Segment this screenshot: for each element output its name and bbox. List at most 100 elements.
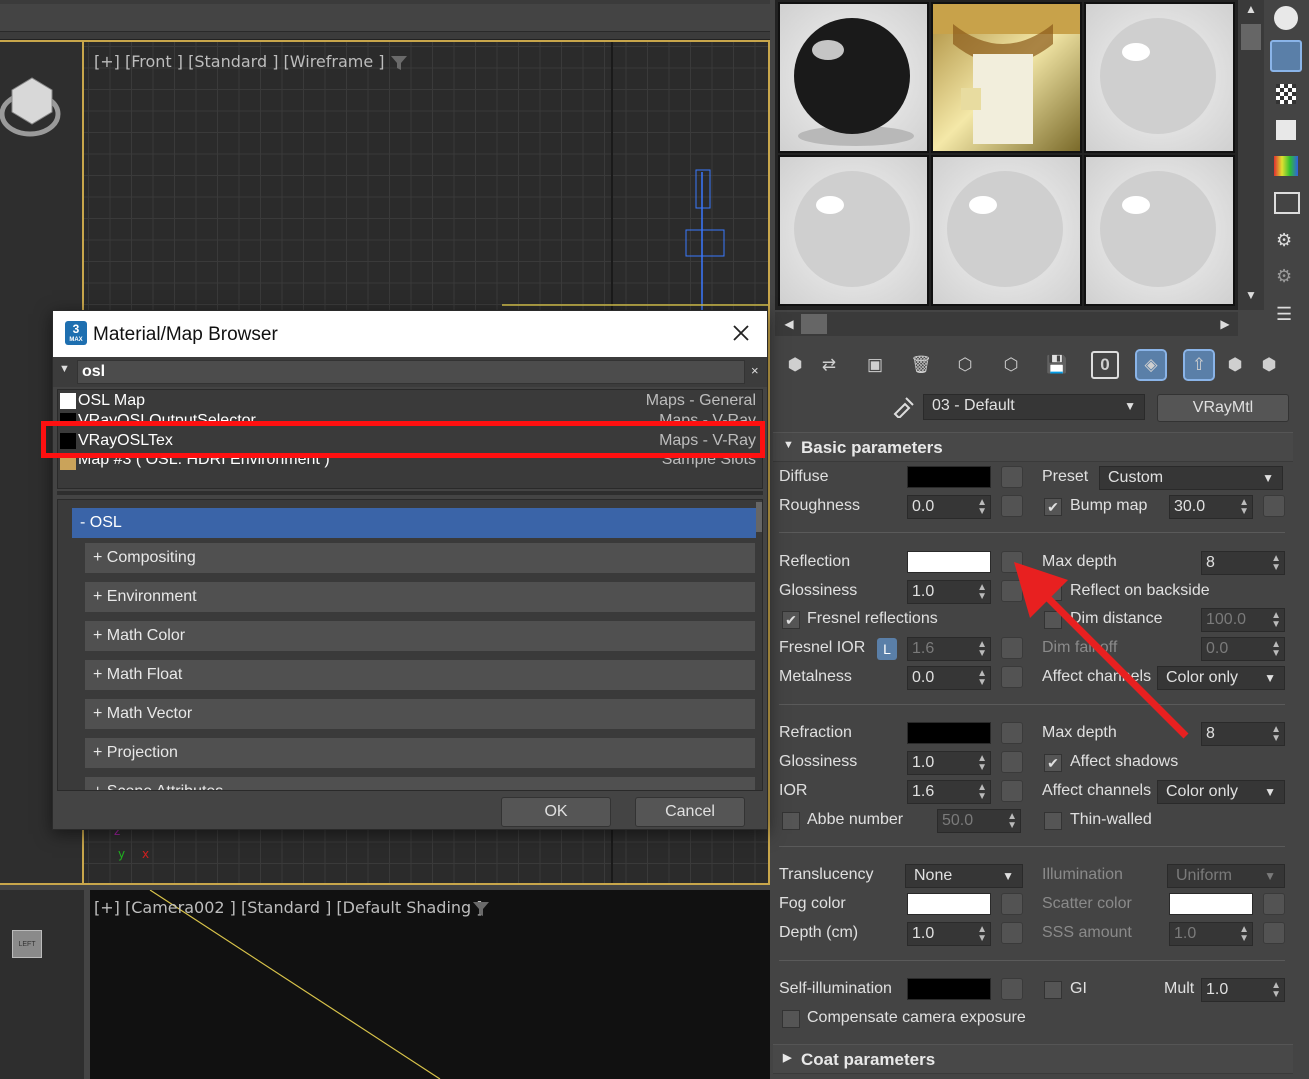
spinner-arrows-icon[interactable]: ▲ ▼ — [1271, 725, 1281, 744]
depth-map-button[interactable] — [1001, 922, 1023, 944]
ok-button[interactable]: OK — [501, 797, 611, 827]
sample-slot-3[interactable] — [1084, 2, 1235, 153]
category-compositing[interactable]: + Compositing — [84, 542, 756, 574]
refr-glossiness-spinner[interactable]: 1.0 ▲ ▼ — [907, 751, 991, 775]
show-end-result-icon[interactable]: ⇧ — [1183, 349, 1215, 381]
refl-glossiness-spinner[interactable]: 1.0 ▲ ▼ — [907, 580, 991, 604]
ior-spinner[interactable]: 1.6 ▲ ▼ — [907, 780, 991, 804]
refr-max-depth-spinner[interactable]: 8 ▲ ▼ — [1201, 722, 1285, 746]
metalness-spinner[interactable]: 0.0 ▲ ▼ — [907, 666, 991, 690]
category-math-vector[interactable]: + Math Vector — [84, 698, 756, 730]
category-math-color[interactable]: + Math Color — [84, 620, 756, 652]
select-by-material-icon[interactable]: ⚙ — [1276, 266, 1300, 288]
scroll-down-icon[interactable]: ▼ — [1241, 288, 1261, 308]
diffuse-map-button[interactable] — [1001, 466, 1023, 488]
sample-slot-5[interactable] — [931, 155, 1082, 306]
material-id-channel-icon[interactable]: 0 — [1091, 351, 1119, 379]
search-input[interactable]: osl — [77, 360, 745, 384]
sample-slot-1[interactable] — [778, 2, 929, 153]
scroll-left-icon[interactable]: ◀ — [779, 314, 799, 334]
viewcube-left[interactable]: LEFT — [12, 930, 42, 958]
spinner-arrows-icon[interactable]: ▲ ▼ — [977, 669, 987, 688]
sss-amount-map-button[interactable] — [1263, 922, 1285, 944]
bump-map-button[interactable] — [1263, 495, 1285, 517]
go-to-parent-icon[interactable]: ⬢ — [1221, 351, 1249, 379]
spinner-arrows-icon[interactable]: ▲ ▼ — [1271, 611, 1281, 630]
put-to-library-icon[interactable]: ⬡ — [997, 351, 1025, 379]
save-icon[interactable]: 💾 — [1043, 351, 1071, 379]
hscroll-thumb[interactable] — [801, 314, 827, 334]
front-viewport-label[interactable]: [+] [Front ] [Standard ] [Wireframe ] — [94, 52, 385, 71]
filter-icon[interactable] — [390, 54, 408, 72]
video-color-check-icon[interactable] — [1274, 156, 1298, 176]
list-item[interactable]: OSL Map Maps - General — [58, 391, 762, 411]
self-illumination-map-button[interactable] — [1001, 978, 1023, 1000]
scroll-right-icon[interactable]: ▶ — [1215, 314, 1235, 334]
roughness-map-button[interactable] — [1001, 495, 1023, 517]
show-shaded-material-icon[interactable]: ◈ — [1135, 349, 1167, 381]
reset-map-icon[interactable]: 🗑 — [907, 351, 935, 379]
eyedropper-icon[interactable] — [891, 394, 915, 418]
abbe-checkbox[interactable] — [782, 812, 800, 830]
cancel-button[interactable]: Cancel — [635, 797, 745, 827]
illumination-dropdown[interactable]: Uniform ▼ — [1167, 864, 1285, 888]
ior-map-button[interactable] — [1001, 780, 1023, 802]
scatter-color-map-button[interactable] — [1263, 893, 1285, 915]
search-options-chevron-icon[interactable]: ▼ — [59, 363, 70, 375]
go-forward-sibling-icon[interactable]: ⬢ — [1255, 351, 1283, 379]
refr-affect-channels-dropdown[interactable]: Color only ▼ — [1157, 780, 1285, 804]
sample-slot-4[interactable] — [778, 155, 929, 306]
depth-spinner[interactable]: 1.0 ▲ ▼ — [907, 922, 991, 946]
left-viewport-bottom[interactable]: LEFT — [0, 890, 84, 1079]
fog-color-map-button[interactable] — [1001, 893, 1023, 915]
options-icon[interactable]: ⚙ — [1276, 230, 1300, 252]
dim-distance-spinner[interactable]: 100.0 ▲ ▼ — [1201, 608, 1285, 632]
dim-falloff-spinner[interactable]: 0.0 ▲ ▼ — [1201, 637, 1285, 661]
spinner-arrows-icon[interactable]: ▲ ▼ — [1271, 640, 1281, 659]
slots-vertical-scrollbar[interactable]: ▲ ▼ — [1238, 0, 1264, 310]
sample-uv-tiling-icon[interactable] — [1276, 120, 1296, 140]
splitter[interactable] — [57, 491, 763, 495]
coat-parameters-rollout[interactable]: ▶ Coat parameters — [773, 1044, 1293, 1074]
camera-viewport-label[interactable]: [+] [Camera002 ] [Standard ] [Default Sh… — [94, 898, 483, 917]
bump-amount-spinner[interactable]: 30.0 ▲ ▼ — [1169, 495, 1253, 519]
thin-walled-checkbox[interactable] — [1044, 812, 1062, 830]
close-icon[interactable] — [731, 323, 751, 343]
roughness-spinner[interactable]: 0.0 ▲ ▼ — [907, 495, 991, 519]
backlight-icon[interactable] — [1270, 40, 1302, 72]
fresnel-ior-lock-button[interactable]: L — [877, 638, 897, 660]
spinner-arrows-icon[interactable]: ▲ ▼ — [977, 783, 987, 802]
get-material-icon[interactable]: ⬢ — [781, 351, 809, 379]
viewcube-icon[interactable] — [0, 72, 80, 152]
category-environment[interactable]: + Environment — [84, 581, 756, 613]
spinner-arrows-icon[interactable]: ▲ ▼ — [977, 925, 987, 944]
spinner-arrows-icon[interactable]: ▲ ▼ — [977, 583, 987, 602]
reflection-color-swatch[interactable] — [907, 551, 991, 573]
gi-checkbox[interactable] — [1044, 981, 1062, 999]
spinner-arrows-icon[interactable]: ▲ ▼ — [977, 754, 987, 773]
clear-search-icon[interactable]: × — [751, 363, 759, 378]
fresnel-checkbox[interactable]: ✔ — [782, 611, 800, 629]
bump-map-checkbox[interactable]: ✔ — [1044, 498, 1062, 516]
scatter-color-swatch[interactable] — [1169, 893, 1253, 915]
refraction-color-swatch[interactable] — [907, 722, 991, 744]
sss-amount-spinner[interactable]: 1.0 ▲ ▼ — [1169, 922, 1253, 946]
filter-icon[interactable] — [472, 900, 490, 918]
material-type-button[interactable]: VRayMtl — [1157, 394, 1289, 422]
compensate-exposure-checkbox[interactable] — [782, 1010, 800, 1028]
scroll-up-icon[interactable]: ▲ — [1241, 2, 1261, 22]
fresnel-ior-spinner[interactable]: 1.6 ▲ ▼ — [907, 637, 991, 661]
put-to-scene-icon[interactable]: ⇄ — [815, 351, 843, 379]
make-unique-icon[interactable]: ⬡ — [951, 351, 979, 379]
spinner-arrows-icon[interactable]: ▲ ▼ — [977, 498, 987, 517]
list-item[interactable]: Map #3 ( OSL: HDRI Environment ) Sample … — [58, 456, 762, 472]
spinner-arrows-icon[interactable]: ▲ ▼ — [1271, 981, 1281, 1000]
mult-spinner[interactable]: 1.0 ▲ ▼ — [1201, 978, 1285, 1002]
spinner-arrows-icon[interactable]: ▲ ▼ — [977, 640, 987, 659]
spinner-arrows-icon[interactable]: ▲ ▼ — [1239, 498, 1249, 517]
affect-shadows-checkbox[interactable]: ✔ — [1044, 754, 1062, 772]
slots-horizontal-scrollbar[interactable]: ◀ ▶ — [775, 312, 1238, 336]
camera-viewport[interactable]: [+] [Camera002 ] [Standard ] [Default Sh… — [90, 890, 770, 1079]
diffuse-color-swatch[interactable] — [907, 466, 991, 488]
sample-slot-2-hdri[interactable] — [931, 2, 1082, 153]
